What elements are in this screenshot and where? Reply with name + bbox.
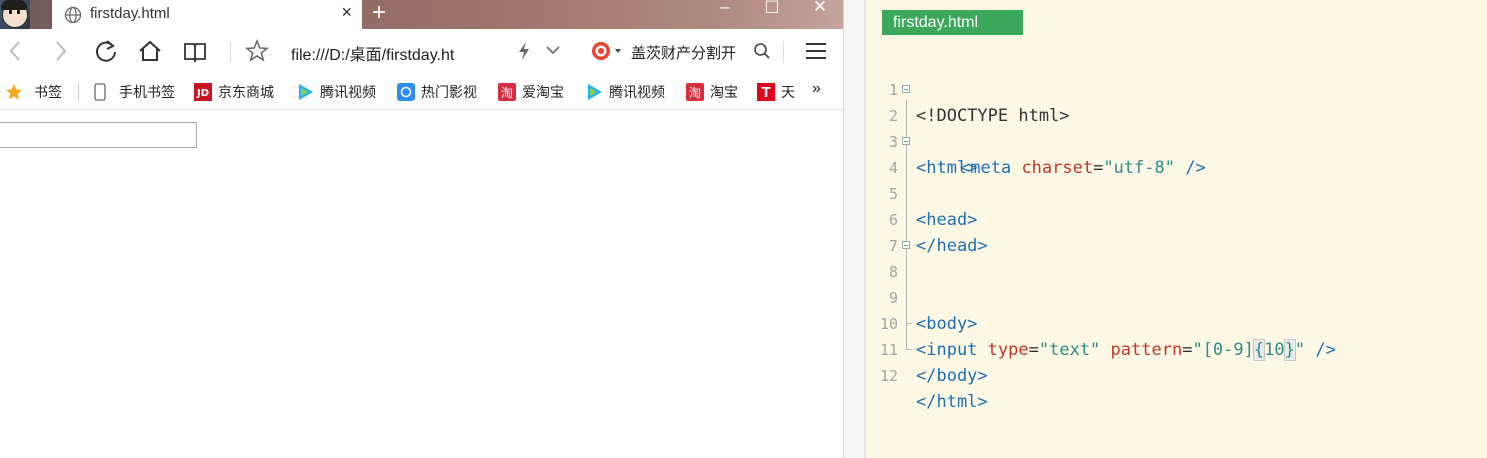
lightning-icon[interactable]	[517, 41, 531, 61]
code-line[interactable]: 2 <html>	[866, 77, 1487, 178]
bookmark-item[interactable]: 书签	[5, 82, 62, 102]
search-suggestion[interactable]: 盖茨财产分割开	[631, 42, 736, 63]
tencent-video-icon	[588, 84, 602, 100]
fold-toggle-icon[interactable]	[902, 85, 910, 93]
tab-title: firstday.html	[90, 5, 170, 22]
bookmark-item[interactable]: 手机书签	[91, 82, 175, 102]
movie-icon	[397, 83, 415, 101]
bookmark-item[interactable]: 热门影视	[397, 82, 477, 102]
code-line[interactable]: 10 <input type="text" pattern="[0-9]{10}…	[866, 285, 1487, 361]
reading-mode-icon[interactable]	[182, 38, 208, 64]
maximize-button[interactable]: ☐	[752, 0, 792, 18]
phone-icon	[94, 83, 106, 101]
code-line[interactable]: 1 <!DOCTYPE html>	[866, 51, 1487, 126]
code-line[interactable]: 7	[866, 207, 1487, 255]
back-icon[interactable]	[5, 38, 27, 64]
svg-text:淘: 淘	[689, 86, 701, 100]
svg-text:JD: JD	[196, 88, 209, 99]
code-line[interactable]: 8 <body>	[866, 233, 1487, 334]
home-icon[interactable]	[137, 38, 163, 64]
code-line[interactable]: 3 <meta charset="utf-8" />	[866, 103, 1487, 178]
search-icon[interactable]	[753, 42, 771, 60]
globe-icon	[64, 6, 82, 24]
code-text: </body>	[916, 366, 988, 386]
minimize-button[interactable]: –	[705, 0, 745, 17]
close-window-button[interactable]: ✕	[800, 0, 840, 17]
navigation-bar: file:///D:/桌面/firstday.ht 盖茨财产分割开	[0, 29, 843, 73]
search-engine-icon[interactable]	[591, 40, 623, 62]
avatar-hair	[1, 0, 27, 10]
more-bookmarks-button[interactable]: »	[812, 80, 821, 100]
bookmark-separator	[78, 83, 79, 101]
code-line[interactable]: 5	[866, 155, 1487, 203]
code-line[interactable]: 9	[866, 259, 1487, 307]
taobao-icon: 淘	[686, 83, 704, 101]
code-line[interactable]: 11 </body>	[866, 311, 1487, 386]
code-line[interactable]: 6 </head>	[866, 181, 1487, 256]
bookmark-item[interactable]: 淘爱淘宝	[498, 82, 564, 102]
refresh-icon[interactable]	[93, 38, 119, 64]
bookmark-item[interactable]: 淘淘宝	[686, 82, 738, 102]
avatar-eye	[17, 10, 20, 14]
bookmark-item[interactable]: 腾讯视频	[296, 82, 376, 102]
star-icon	[6, 84, 22, 100]
svg-text:T: T	[762, 86, 771, 101]
code-line[interactable]: 4 <head>	[866, 129, 1487, 230]
fold-guide-end	[906, 349, 912, 350]
text-input[interactable]	[0, 122, 197, 148]
menu-icon[interactable]	[805, 41, 827, 61]
line-number: 12	[879, 367, 898, 385]
browser-tab[interactable]: firstday.html ×	[52, 0, 362, 29]
avatar-eye	[9, 10, 12, 14]
code-text: </html>	[916, 392, 988, 412]
nav-separator	[783, 41, 784, 63]
user-avatar[interactable]	[0, 0, 30, 29]
forward-icon[interactable]	[49, 38, 71, 64]
jd-icon: JD	[194, 83, 212, 101]
tmall-icon: T	[757, 83, 775, 101]
editor-file-tab[interactable]: firstday.html	[882, 10, 1023, 35]
svg-text:淘: 淘	[501, 86, 513, 100]
chevron-down-icon[interactable]	[545, 43, 561, 57]
new-tab-button[interactable]: +	[372, 0, 386, 27]
code-line[interactable]: 12 </html>	[866, 337, 1487, 412]
bookmark-item[interactable]: 腾讯视频	[585, 82, 665, 102]
bookmark-item[interactable]: T天	[757, 82, 795, 102]
bookmarks-bar: 书签 手机书签 JD 京东商城 腾讯视频 热门影视 淘爱淘宝 腾讯视频 淘淘宝 T…	[0, 73, 843, 110]
fold-toggle-icon[interactable]	[902, 241, 910, 249]
bookmark-star-icon[interactable]	[245, 38, 269, 64]
fold-toggle-icon[interactable]	[902, 137, 910, 145]
fold-guide-end	[906, 323, 912, 324]
code-editor[interactable]: firstday.html 1 <!DOCTYPE html> 2 <html>…	[866, 0, 1487, 458]
nav-separator	[230, 41, 231, 63]
browser-window: firstday.html × + – ☐ ✕ file:///D:/桌面/fi…	[0, 0, 843, 458]
taobao-icon: 淘	[498, 83, 516, 101]
tab-close-icon[interactable]: ×	[341, 2, 352, 23]
bookmark-item[interactable]: JD 京东商城	[194, 82, 274, 102]
title-bar: firstday.html × + – ☐ ✕	[0, 0, 843, 29]
address-bar[interactable]: file:///D:/桌面/firstday.ht	[291, 41, 454, 65]
tencent-video-icon	[299, 84, 313, 100]
desktop-gap	[844, 0, 864, 458]
